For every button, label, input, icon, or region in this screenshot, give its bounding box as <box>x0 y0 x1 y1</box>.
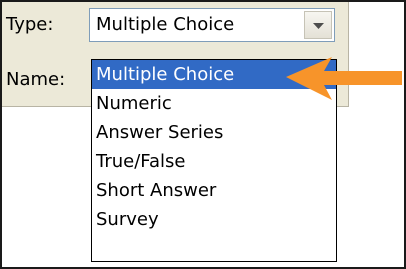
screenshot-frame: Type: Multiple Choice Name: Multiple Cho… <box>0 0 406 269</box>
type-label: Type: <box>6 14 54 35</box>
type-select[interactable]: Multiple Choice <box>89 8 335 42</box>
type-select-dropdown-button[interactable] <box>304 11 332 39</box>
orange-arrow-left-icon <box>286 57 402 100</box>
chevron-down-icon <box>313 23 324 29</box>
dropdown-option-true-false[interactable]: True/False <box>92 147 336 176</box>
type-select-value: Multiple Choice <box>96 14 235 35</box>
dropdown-option-answer-series[interactable]: Answer Series <box>92 118 336 147</box>
dropdown-option-survey[interactable]: Survey <box>92 205 336 234</box>
name-label: Name: <box>6 69 66 90</box>
dropdown-option-short-answer[interactable]: Short Answer <box>92 176 336 205</box>
